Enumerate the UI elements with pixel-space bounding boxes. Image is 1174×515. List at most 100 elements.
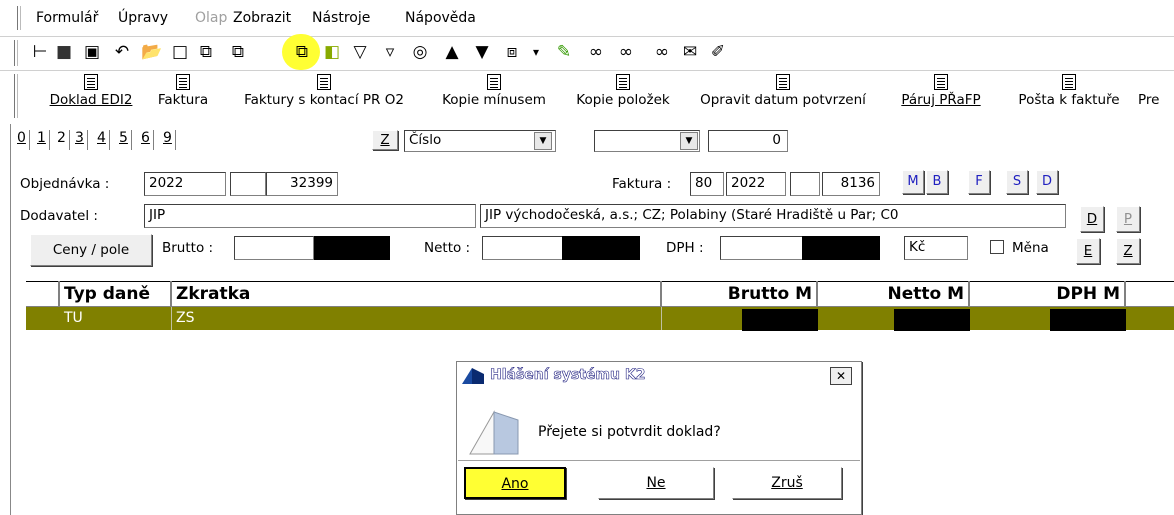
action-kopie-polozek[interactable]: Kopie položek [566, 74, 680, 120]
menu-formular[interactable]: Formulář [36, 10, 98, 26]
copy-icon[interactable]: ⧉ [194, 40, 218, 64]
open-folder-icon[interactable]: 📂 [140, 40, 164, 64]
tab-9[interactable]: 9 [160, 130, 176, 150]
sort-z-button[interactable]: Z [372, 130, 398, 150]
cell-dph-redacted [1050, 309, 1126, 331]
sort-number-input[interactable]: 0 [708, 130, 788, 152]
action-posta[interactable]: Pošta k faktuře [1006, 74, 1132, 120]
ne-button-label: Ne [646, 475, 666, 491]
tab-3[interactable]: 3 [72, 130, 88, 150]
binoculars-icon[interactable]: ∞ [584, 40, 608, 64]
dph-label: DPH : [666, 240, 704, 256]
mena-z-button[interactable]: Z [1116, 238, 1140, 264]
netto-currency-field[interactable] [482, 236, 564, 260]
menu-zobrazit[interactable]: Zobrazit [233, 10, 291, 26]
dodavatel-name-field[interactable]: JIP východočeská, a.s.; CZ; Polabiny (St… [480, 204, 1066, 228]
action-faktura[interactable]: Faktura [150, 74, 216, 120]
find-next-icon[interactable]: ∞ [614, 40, 638, 64]
zrus-button[interactable]: Zruš [732, 467, 842, 499]
action-paruj[interactable]: Páruj PŘaFP [886, 74, 996, 120]
paste-icon[interactable]: ⧉ [290, 40, 314, 64]
book-icon[interactable]: ◧ [320, 40, 344, 64]
zrus-button-label: Zruš [771, 475, 803, 491]
dodavatel-p-button[interactable]: P [1116, 206, 1140, 232]
button-m[interactable]: M [902, 170, 924, 194]
ceny-pole-button[interactable]: Ceny / pole [30, 234, 152, 266]
button-d[interactable]: D [1036, 170, 1058, 194]
column-header-brutto-m[interactable]: Brutto M [662, 281, 818, 307]
mena-e-button[interactable]: E [1076, 238, 1100, 264]
action-faktury-kontaci[interactable]: Faktury s kontací PR O2 [226, 74, 422, 120]
objednavka-number-field[interactable]: 32399 [266, 172, 338, 196]
arrow-down-icon[interactable]: ▼ [470, 40, 494, 64]
button-b[interactable]: B [926, 170, 948, 194]
action-pre[interactable]: Pre [1138, 74, 1174, 120]
action-label: Kopie mínusem [442, 92, 546, 108]
cell-brutto-redacted [742, 309, 818, 331]
ano-button[interactable]: Ano [464, 467, 566, 499]
faktura-year-field[interactable]: 2022 [726, 172, 786, 196]
menu-bar [0, 0, 1174, 36]
faktura-number-field[interactable]: 8136 [822, 172, 880, 196]
currency-field[interactable]: Kč [904, 236, 968, 260]
undo-icon[interactable]: ↶ [110, 40, 134, 64]
chevron-down-icon[interactable]: ▼ [680, 132, 698, 150]
column-header-zkratka[interactable]: Zkratka [172, 281, 662, 307]
menu-olap[interactable]: Olap [195, 10, 227, 26]
netto-value-redacted [562, 236, 640, 260]
menu-napoveda[interactable]: Nápověda [405, 10, 476, 26]
dph-currency-field[interactable] [720, 236, 804, 260]
filter-doc-icon[interactable]: ▿ [378, 40, 402, 64]
tab-2[interactable]: 2 [54, 130, 70, 150]
tab-0[interactable]: 0 [14, 130, 30, 150]
objednavka-year-field[interactable]: 2022 [144, 172, 226, 196]
objednavka-mid-field[interactable] [230, 172, 266, 196]
cell-netto-redacted [894, 309, 970, 331]
toolbar2-grip[interactable] [14, 74, 18, 118]
column-header-typ-dane[interactable]: Typ daně [60, 281, 172, 307]
toolbar-grip[interactable] [14, 40, 18, 66]
tools-icon[interactable]: ✎ [552, 40, 576, 64]
ne-button[interactable]: Ne [598, 467, 714, 499]
dodavatel-d-button[interactable]: D [1080, 206, 1104, 232]
menu-upravy[interactable]: Úpravy [118, 10, 168, 26]
edit-icon[interactable]: ✐ [706, 40, 730, 64]
cut-icon[interactable]: ⧉ [226, 40, 250, 64]
new-document-icon[interactable]: □ [168, 40, 192, 64]
menu-grip[interactable] [17, 6, 21, 30]
chevron-down-icon[interactable]: ▼ [534, 132, 552, 150]
arrow-up-icon[interactable]: ▲ [440, 40, 464, 64]
menu-nastroje[interactable]: Nástroje [312, 10, 370, 26]
tab-6[interactable]: 6 [138, 130, 154, 150]
cell-zkratka[interactable]: ZS [172, 307, 662, 330]
action-label: Páruj PŘaFP [901, 92, 981, 108]
dialog-close-icon[interactable]: ✕ [830, 367, 852, 385]
filter-icon[interactable]: ▽ [348, 40, 372, 64]
find-all-icon[interactable]: ∞ [650, 40, 674, 64]
save-icon[interactable]: ■ [52, 40, 76, 64]
column-header-dph-m[interactable]: DPH M [970, 281, 1126, 307]
cell-typ-dane[interactable]: TU [60, 307, 172, 330]
dropdown-icon[interactable]: ▾ [524, 40, 548, 64]
dialog-title: Hlášení systému K2 [490, 367, 646, 384]
mena-checkbox[interactable] [990, 240, 1004, 254]
mail-icon[interactable]: ✉ [678, 40, 702, 64]
export-icon[interactable]: ⧈ [500, 40, 524, 64]
button-s[interactable]: S [1006, 170, 1028, 194]
faktura-type-field[interactable]: 80 [690, 172, 724, 196]
tab-5[interactable]: 5 [116, 130, 132, 150]
column-header-netto-m[interactable]: Netto M [818, 281, 970, 307]
ano-button-label: Ano [501, 476, 529, 492]
action-opravit-datum[interactable]: Opravit datum potvrzení [688, 74, 878, 120]
tab-1[interactable]: 1 [34, 130, 50, 150]
button-f[interactable]: F [968, 170, 990, 194]
tree-icon[interactable]: ⊢ [28, 40, 52, 64]
brutto-currency-field[interactable] [234, 236, 314, 260]
faktura-mid-field[interactable] [790, 172, 820, 196]
refresh-icon[interactable]: ◎ [408, 40, 432, 64]
dodavatel-code-field[interactable]: JIP [144, 204, 476, 228]
action-kopie-minusem[interactable]: Kopie mínusem [432, 74, 556, 120]
save-as-icon[interactable]: ▣ [80, 40, 104, 64]
action-doklad-edi2[interactable]: Doklad EDI2 [36, 74, 146, 120]
tab-4[interactable]: 4 [94, 130, 110, 150]
